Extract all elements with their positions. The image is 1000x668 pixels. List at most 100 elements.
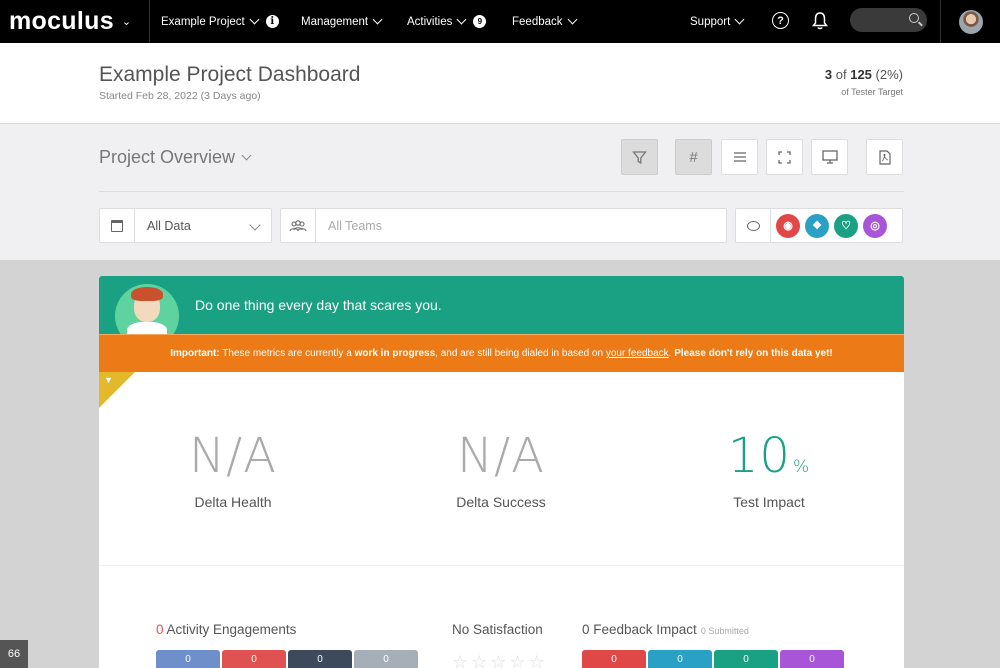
page-title: Example Project Dashboard: [99, 63, 361, 86]
nav-activities[interactable]: Activities 9: [407, 0, 487, 43]
praise-category-icon[interactable]: ♡: [834, 213, 858, 238]
numbers-view-button[interactable]: #: [675, 139, 712, 175]
users-icon: [281, 209, 316, 242]
brand-menu[interactable]: moculus ⌄: [0, 0, 150, 43]
metric-test-impact: 10% Test Impact: [669, 428, 869, 510]
comment-button[interactable]: [736, 208, 771, 243]
metric-value: N/A: [189, 428, 277, 484]
notifications-button[interactable]: [811, 11, 829, 35]
chevron-down-icon: [567, 14, 577, 25]
info-icon[interactable]: i: [265, 15, 279, 28]
nav-feedback[interactable]: Feedback: [512, 0, 577, 43]
bell-icon: [811, 12, 829, 30]
monitor-icon: [821, 150, 838, 164]
chevron-down-icon: ⌄: [121, 16, 132, 28]
bug-category-icon[interactable]: ◉: [776, 213, 800, 238]
metric-delta-health: N/A Delta Health: [133, 428, 333, 510]
feedback-pill[interactable]: 0: [780, 650, 844, 668]
search-input[interactable]: [850, 8, 927, 32]
category-filter[interactable]: ◉ ❖ ♡ ◎: [735, 208, 903, 243]
list-view-button[interactable]: [721, 139, 758, 175]
star-icon: ☆: [471, 652, 488, 668]
feedback-submitted: 0 Submitted: [700, 626, 749, 636]
overview-selector[interactable]: Project Overview: [99, 147, 252, 168]
tester-pct: (2%): [875, 67, 903, 82]
activity-count: 0: [156, 622, 164, 637]
page-subtitle: Started Feb 28, 2022 (3 Days ago): [99, 90, 261, 102]
chevron-down-icon: [734, 14, 745, 25]
filter-icon: [632, 150, 647, 164]
satisfaction-stars: ☆ ☆ ☆ ☆ ☆: [452, 652, 545, 668]
nav-support[interactable]: Support: [690, 0, 745, 43]
metric-label: Delta Health: [194, 494, 272, 510]
metric-value-wrap: 10%: [669, 428, 869, 484]
avatar: [958, 9, 983, 34]
fullscreen-button[interactable]: [766, 139, 803, 175]
activity-engagements-heading: 0 Activity Engagements: [156, 622, 296, 637]
star-icon: ☆: [490, 652, 507, 668]
activities-count-badge: 9: [473, 15, 487, 28]
divider: [99, 191, 904, 192]
warning-text-1: These metrics are currently a: [219, 348, 355, 359]
feedback-pill[interactable]: 0: [714, 650, 778, 668]
tester-total: 125: [850, 67, 872, 82]
satisfaction-heading: No Satisfaction: [452, 622, 543, 637]
activity-pill[interactable]: 0: [222, 650, 286, 668]
warning-banner: Important: These metrics are currently a…: [99, 334, 904, 372]
corner-badge[interactable]: 66: [0, 640, 28, 668]
top-nav: moculus ⌄ Example Project i Management A…: [0, 0, 1000, 43]
team-search-input[interactable]: [316, 209, 726, 242]
help-icon: ?: [772, 12, 789, 29]
metric-delta-success: N/A Delta Success: [401, 428, 601, 510]
motivation-quote: Do one thing every day that scares you.: [195, 297, 442, 313]
date-filter-select[interactable]: All Data: [135, 209, 271, 242]
expand-icon: [778, 150, 791, 164]
metric-value: N/A: [457, 428, 545, 484]
star-icon: ☆: [509, 652, 526, 668]
team-filter[interactable]: [280, 208, 727, 243]
date-filter[interactable]: All Data: [99, 208, 272, 243]
activity-pill[interactable]: 0: [288, 650, 352, 668]
chevron-down-icon: [241, 150, 252, 161]
nav-management[interactable]: Management: [301, 0, 383, 43]
pdf-icon: [878, 149, 891, 165]
brand-logo: moculus: [9, 7, 114, 35]
tester-current: 3: [824, 67, 833, 82]
activity-pill[interactable]: 0: [156, 650, 220, 668]
feedback-impact-label: 0 Feedback Impact: [582, 622, 697, 637]
overview-toolbar: Project Overview # All Data ◉ ❖ ♡: [0, 124, 1000, 260]
nav-management-label: Management: [301, 15, 369, 28]
user-menu[interactable]: [940, 0, 1000, 43]
chevron-down-icon: [372, 14, 383, 25]
mascot-avatar: [115, 282, 179, 334]
metric-unit: %: [792, 457, 811, 477]
comment-icon: [746, 220, 760, 231]
nav-project[interactable]: Example Project i: [161, 0, 279, 43]
idea-category-icon[interactable]: ❖: [805, 213, 829, 238]
nav-support-label: Support: [690, 15, 731, 28]
feedback-pill[interactable]: 0: [648, 650, 712, 668]
help-button[interactable]: ?: [772, 12, 789, 29]
metric-label: Delta Success: [456, 494, 546, 510]
feedback-link[interactable]: your feedback: [606, 348, 669, 359]
present-button[interactable]: [811, 139, 848, 175]
feedback-pill[interactable]: 0: [582, 650, 646, 668]
activity-pill[interactable]: 0: [354, 650, 418, 668]
activity-label: Activity Engagements: [166, 622, 297, 637]
overview-title: Project Overview: [99, 147, 236, 167]
metric-label: Test Impact: [733, 494, 805, 510]
filter-icon: ▼: [104, 375, 113, 385]
metric-value: 10: [727, 428, 791, 484]
hash-icon: #: [689, 148, 698, 166]
help-category-icon[interactable]: ◎: [863, 213, 887, 238]
export-pdf-button[interactable]: [866, 139, 903, 175]
tester-target-label: of Tester Target: [841, 87, 903, 97]
feedback-impact-heading: 0 Feedback Impact 0 Submitted: [582, 622, 749, 637]
tester-count: 3 of 125 (2%): [825, 67, 903, 82]
page-header: Example Project Dashboard Started Feb 28…: [0, 43, 1000, 124]
nav-feedback-label: Feedback: [512, 15, 563, 28]
filter-button[interactable]: [621, 139, 658, 175]
date-filter-value: All Data: [147, 218, 191, 233]
chevron-down-icon: [249, 14, 260, 25]
nav-project-label: Example Project: [161, 15, 245, 28]
